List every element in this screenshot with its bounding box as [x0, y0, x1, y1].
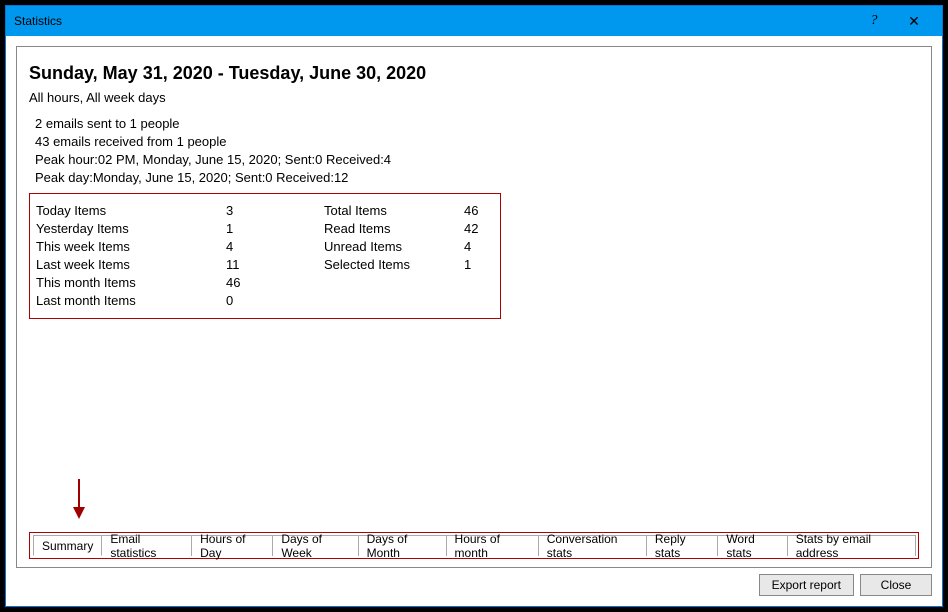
stats-label: Unread Items	[324, 238, 464, 256]
stats-row: This week Items 4 Unread Items 4	[36, 238, 494, 256]
summary-info: 2 emails sent to 1 people 43 emails rece…	[29, 115, 919, 187]
stats-label: Total Items	[324, 202, 464, 220]
stats-label: Selected Items	[324, 256, 464, 274]
export-report-button[interactable]: Export report	[759, 574, 854, 596]
tab-hours-of-day[interactable]: Hours of Day	[191, 535, 273, 556]
close-button[interactable]: Close	[860, 574, 932, 596]
info-sent: 2 emails sent to 1 people	[35, 115, 919, 133]
stats-row: Today Items 3 Total Items 46	[36, 202, 494, 220]
stats-label: This month Items	[36, 274, 226, 292]
help-button[interactable]: ?	[854, 6, 894, 36]
inner-panel: Sunday, May 31, 2020 - Tuesday, June 30,…	[16, 46, 932, 568]
tab-reply-stats[interactable]: Reply stats	[646, 535, 718, 556]
stats-label: This week Items	[36, 238, 226, 256]
tab-conversation-stats[interactable]: Conversation stats	[538, 535, 647, 556]
tab-days-of-week[interactable]: Days of Week	[272, 535, 358, 556]
tabs-container: Summary Email statistics Hours of Day Da…	[29, 532, 919, 559]
stats-value: 46	[464, 202, 494, 220]
stats-value: 3	[226, 202, 324, 220]
info-peak-day: Peak day:Monday, June 15, 2020; Sent:0 R…	[35, 169, 919, 187]
info-peak-hour: Peak hour:02 PM, Monday, June 15, 2020; …	[35, 151, 919, 169]
stats-value: 4	[226, 238, 324, 256]
stats-label: Yesterday Items	[36, 220, 226, 238]
stats-value: 1	[226, 220, 324, 238]
content-area: Sunday, May 31, 2020 - Tuesday, June 30,…	[6, 36, 942, 606]
stats-label: Last month Items	[36, 292, 226, 310]
stats-value: 4	[464, 238, 494, 256]
tab-word-stats[interactable]: Word stats	[717, 535, 787, 556]
info-received: 43 emails received from 1 people	[35, 133, 919, 151]
close-window-button[interactable]: ✕	[894, 6, 934, 36]
stats-label: Read Items	[324, 220, 464, 238]
filter-subheading: All hours, All week days	[29, 90, 919, 105]
statistics-window: Statistics ? ✕ Sunday, May 31, 2020 - Tu…	[5, 5, 943, 607]
stats-label: Last week Items	[36, 256, 226, 274]
stats-row: Last month Items 0	[36, 292, 494, 310]
date-range-heading: Sunday, May 31, 2020 - Tuesday, June 30,…	[29, 63, 919, 84]
stats-value: 11	[226, 256, 324, 274]
titlebar: Statistics ? ✕	[6, 6, 942, 36]
stats-row: Yesterday Items 1 Read Items 42	[36, 220, 494, 238]
stats-row: This month Items 46	[36, 274, 494, 292]
stats-value: 46	[226, 274, 324, 292]
stats-value: 42	[464, 220, 494, 238]
tab-hours-of-month[interactable]: Hours of month	[446, 535, 539, 556]
stats-box: Today Items 3 Total Items 46 Yesterday I…	[29, 193, 501, 319]
tab-email-statistics[interactable]: Email statistics	[101, 535, 192, 556]
tab-summary[interactable]: Summary	[33, 535, 102, 556]
tab-days-of-month[interactable]: Days of Month	[358, 535, 447, 556]
button-row: Export report Close	[16, 568, 932, 596]
stats-value: 1	[464, 256, 494, 274]
stats-value: 0	[226, 292, 324, 310]
stats-row: Last week Items 11 Selected Items 1	[36, 256, 494, 274]
window-title: Statistics	[14, 14, 854, 28]
tab-stats-by-email[interactable]: Stats by email address	[787, 535, 916, 556]
stats-label: Today Items	[36, 202, 226, 220]
